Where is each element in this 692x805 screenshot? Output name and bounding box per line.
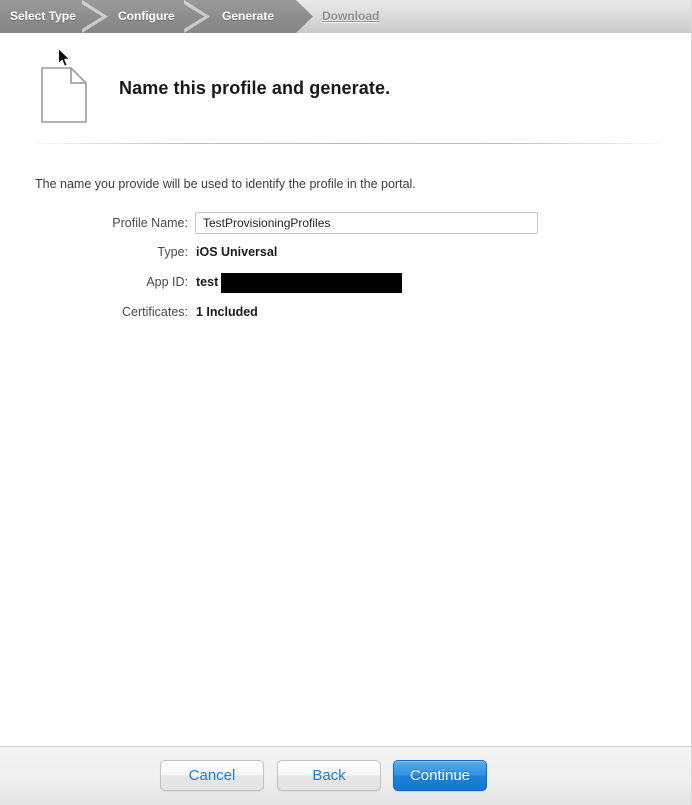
wizard-footer: Cancel Back Continue <box>0 746 691 805</box>
document-icon <box>41 67 87 123</box>
step-download[interactable]: Download <box>322 0 379 33</box>
back-button[interactable]: Back <box>277 760 381 791</box>
type-value: iOS Universal <box>196 245 278 259</box>
wizard-step-bar: Select Type Configure Generate Download <box>0 0 691 33</box>
cancel-button[interactable]: Cancel <box>160 760 264 791</box>
form-row-app-id: App ID: test <box>0 271 691 301</box>
app-id-redaction-bar <box>221 273 402 293</box>
provisioning-profile-wizard: Select Type Configure Generate Download … <box>0 0 692 805</box>
type-label: Type: <box>157 245 188 259</box>
step-download-label: Download <box>322 9 380 23</box>
continue-button[interactable]: Continue <box>393 760 487 791</box>
step-select-type[interactable]: Select Type <box>10 0 76 33</box>
header-divider <box>35 143 660 144</box>
page-title: Name this profile and generate. <box>119 78 391 98</box>
profile-form: Profile Name: Type: iOS Universal App ID… <box>0 211 691 331</box>
form-row-profile-name: Profile Name: <box>0 211 691 241</box>
certificates-value: 1 Included <box>196 305 258 319</box>
form-row-type: Type: iOS Universal <box>0 241 691 271</box>
mouse-pointer-icon <box>58 48 70 67</box>
step-bar-arrow-head <box>296 0 313 33</box>
step-generate[interactable]: Generate <box>222 0 274 33</box>
certificates-label: Certificates: <box>122 305 188 319</box>
app-id-label: App ID: <box>146 275 188 289</box>
step-generate-label: Generate <box>222 9 275 23</box>
app-id-value: test <box>196 275 219 289</box>
step-select-type-label: Select Type <box>10 9 76 23</box>
step-configure-label: Configure <box>118 9 175 23</box>
profile-name-input[interactable] <box>195 212 538 234</box>
intro-text: The name you provide will be used to ide… <box>35 177 416 191</box>
profile-name-label: Profile Name: <box>112 216 188 230</box>
step-configure[interactable]: Configure <box>118 0 175 33</box>
form-row-certificates: Certificates: 1 Included <box>0 301 691 331</box>
